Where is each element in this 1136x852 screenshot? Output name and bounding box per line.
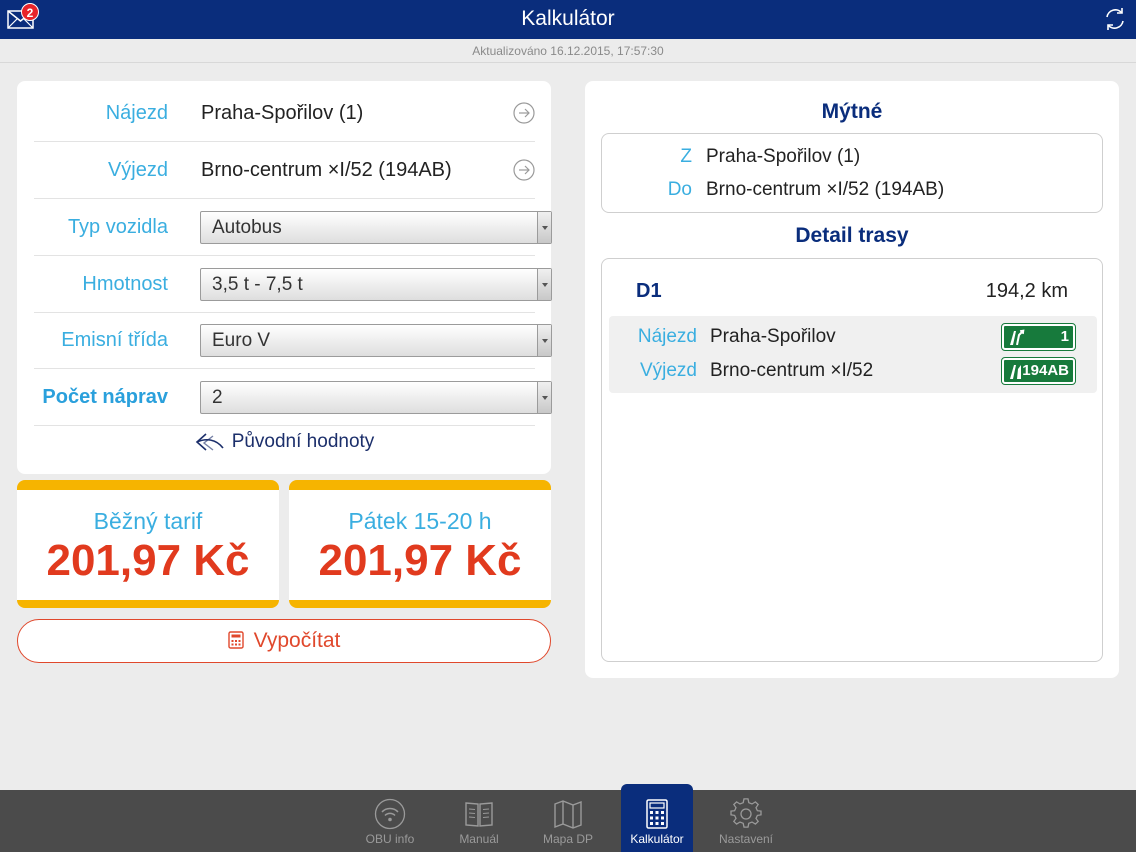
tariff-card-regular: Běžný tarif 201,97 Kč — [17, 480, 279, 608]
tab-map[interactable]: Mapa DP — [532, 790, 604, 852]
highway-exit-icon — [1010, 329, 1025, 345]
page-title: Kalkulátor — [521, 7, 615, 30]
tariff-name: Pátek 15-20 h — [348, 508, 492, 534]
tab-settings[interactable]: Nastavení — [710, 790, 782, 852]
entry-value: Praha-Spořilov (1) — [201, 102, 364, 124]
weight-label: Hmotnost — [82, 273, 168, 295]
tariff-card-friday: Pátek 15-20 h 201,97 Kč — [289, 480, 551, 608]
weight-row: Hmotnost 3,5 t - 7,5 t — [34, 256, 552, 313]
segment-exit-label: Výjezd — [639, 360, 697, 381]
toll-title: Mýtné — [821, 100, 883, 123]
axles-row: Počet náprav 2 — [34, 369, 552, 426]
route-detail-title: Detail trasy — [795, 224, 909, 247]
chevron-down-icon — [537, 382, 551, 413]
calculate-button[interactable]: Vypočítat — [17, 619, 551, 663]
exit-sign-entry: 1 — [1001, 323, 1076, 351]
entry-row[interactable]: Nájezd Praha-Spořilov (1) — [34, 85, 535, 142]
wifi-icon — [374, 798, 406, 830]
from-label: Z — [680, 146, 692, 167]
tariff-price: 201,97 Kč — [318, 536, 522, 585]
segment-entry-value: Praha-Spořilov — [710, 326, 836, 347]
route-detail-box: D1 194,2 km Nájezd Praha-Spořilov 1 Výje… — [601, 258, 1103, 662]
segment-exit-value: Brno-centrum ×I/52 — [710, 360, 874, 381]
exit-sign-number: 194AB — [1022, 362, 1069, 379]
map-icon — [554, 800, 582, 829]
tab-calculator[interactable]: Kalkulátor — [621, 784, 693, 852]
tariff-name: Běžný tarif — [93, 508, 203, 534]
vehicle-type-value: Autobus — [212, 217, 282, 238]
top-bar: 2 Kalkulátor — [0, 0, 1136, 39]
entry-label: Nájezd — [105, 102, 168, 124]
calculator-icon — [227, 631, 244, 649]
arrow-circle-right-icon[interactable] — [513, 159, 535, 181]
emission-value: Euro V — [212, 330, 271, 351]
gear-icon — [730, 798, 762, 828]
refresh-icon — [1106, 8, 1124, 30]
book-icon — [465, 802, 493, 827]
route-segment[interactable]: Nájezd Praha-Spořilov 1 Výjezd Brno-cent… — [609, 316, 1097, 393]
from-value: Praha-Spořilov (1) — [706, 146, 861, 167]
route-distance: 194,2 km — [985, 280, 1068, 302]
axles-label: Počet náprav — [42, 386, 168, 408]
emission-label: Emisní třída — [61, 329, 168, 351]
updated-timestamp: Aktualizováno 16.12.2015, 17:57:30 — [0, 39, 1136, 63]
route-form: Nájezd Praha-Spořilov (1) Výjezd Brno-ce… — [17, 81, 552, 474]
tab-manual[interactable]: Manuál — [443, 790, 515, 852]
vehicle-type-row: Typ vozidla Autobus — [34, 199, 552, 256]
emission-row: Emisní třída Euro V — [34, 312, 552, 369]
tab-obu-info[interactable]: OBU info — [354, 790, 426, 852]
tab-label: Nastavení — [718, 832, 774, 846]
arrow-circle-right-icon[interactable] — [513, 102, 535, 124]
tariff-price: 201,97 Kč — [46, 536, 250, 585]
road-name: D1 — [636, 280, 662, 302]
exit-value: Brno-centrum ×I/52 (194AB) — [201, 159, 452, 181]
tab-label: Manuál — [459, 832, 499, 846]
undo-arrow-icon — [195, 433, 224, 451]
weight-select[interactable]: 3,5 t - 7,5 t — [200, 268, 552, 301]
exit-sign-exit: 194AB — [1001, 357, 1076, 385]
reset-defaults-button[interactable]: Původní hodnoty — [17, 431, 551, 453]
exit-sign-number: 1 — [1060, 328, 1069, 345]
to-label: Do — [667, 179, 692, 200]
axles-value: 2 — [212, 387, 223, 408]
exit-label: Výjezd — [107, 159, 168, 181]
exit-row[interactable]: Výjezd Brno-centrum ×I/52 (194AB) — [34, 142, 535, 199]
tab-label: Mapa DP — [542, 832, 594, 846]
vehicle-type-label: Typ vozidla — [67, 216, 168, 238]
reset-defaults-label: Původní hodnoty — [231, 431, 375, 453]
chevron-down-icon — [537, 212, 551, 243]
calculate-label: Vypočítat — [253, 629, 341, 652]
bottom-tab-bar: OBU info Manuál Mapa DP Kalkulátor Nasta… — [0, 784, 1136, 852]
segment-entry-label: Nájezd — [637, 326, 697, 347]
toll-detail-card: Mýtné Z Praha-Spořilov (1) Do Brno-centr… — [585, 81, 1119, 678]
toll-summary-box: Z Praha-Spořilov (1) Do Brno-centrum ×I/… — [601, 133, 1103, 213]
emission-select[interactable]: Euro V — [200, 324, 552, 357]
to-value: Brno-centrum ×I/52 (194AB) — [706, 179, 945, 200]
axles-select[interactable]: 2 — [200, 381, 552, 414]
calculator-icon — [646, 799, 668, 829]
tab-label: Kalkulátor — [630, 832, 684, 846]
vehicle-type-select[interactable]: Autobus — [200, 211, 552, 244]
weight-value: 3,5 t - 7,5 t — [212, 274, 303, 295]
chevron-down-icon — [537, 325, 551, 356]
tab-label: OBU info — [365, 832, 415, 846]
refresh-button[interactable] — [1102, 6, 1128, 32]
chevron-down-icon — [537, 269, 551, 300]
